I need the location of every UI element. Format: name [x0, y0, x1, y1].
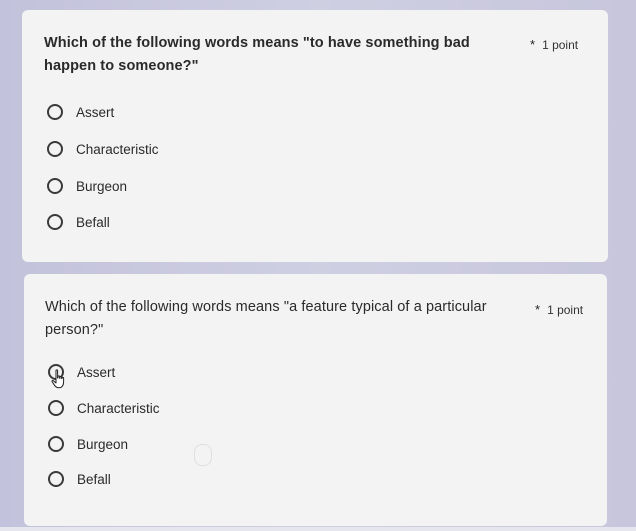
required-marker: *: [530, 37, 536, 52]
option-label: Burgeon: [77, 436, 129, 452]
question-1-option-befall[interactable]: Befall: [47, 211, 110, 233]
question-card-1: Which of the following words means "to h…: [22, 10, 608, 262]
question-1-option-burgeon[interactable]: Burgeon: [47, 175, 127, 197]
option-label: Characteristic: [76, 141, 159, 157]
question-1-points: * 1 point: [530, 37, 578, 52]
faint-mark: [194, 444, 212, 466]
radio-button[interactable]: [47, 214, 63, 230]
question-2-option-befall[interactable]: Befall: [48, 468, 111, 490]
question-card-2: Which of the following words means "a fe…: [24, 274, 607, 526]
question-1-option-characteristic[interactable]: Characteristic: [47, 138, 159, 160]
required-marker: *: [535, 302, 541, 317]
option-label: Assert: [76, 104, 115, 120]
points-label: 1 point: [542, 38, 579, 52]
option-label: Befall: [77, 471, 111, 487]
option-label: Characteristic: [77, 400, 160, 416]
radio-button[interactable]: [48, 471, 64, 487]
question-2-option-characteristic[interactable]: Characteristic: [48, 397, 160, 419]
question-2-option-burgeon[interactable]: Burgeon: [48, 433, 128, 455]
question-1-text: Which of the following words means "to h…: [44, 35, 470, 74]
option-label: Befall: [76, 214, 110, 230]
question-2-points: * 1 point: [535, 302, 583, 317]
radio-button[interactable]: [48, 400, 64, 416]
option-label: Burgeon: [76, 178, 128, 194]
radio-button[interactable]: [47, 141, 63, 157]
hand-cursor-icon: [51, 369, 65, 389]
radio-button[interactable]: [47, 104, 63, 120]
radio-button[interactable]: [47, 178, 63, 194]
option-label: Assert: [77, 364, 116, 380]
bottom-edge: [0, 527, 636, 531]
radio-button[interactable]: [48, 436, 64, 452]
question-1-option-assert[interactable]: Assert: [47, 101, 114, 123]
question-2-text: Which of the following words means "a fe…: [45, 299, 487, 338]
points-label: 1 point: [547, 303, 584, 317]
